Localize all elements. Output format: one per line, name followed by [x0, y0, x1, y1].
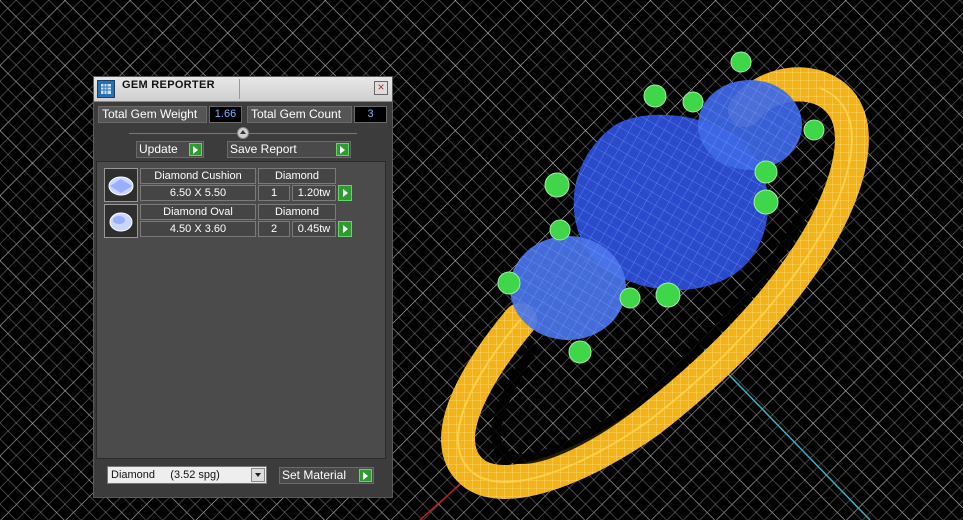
- gem-select-arrow-icon[interactable]: [338, 221, 352, 237]
- gem-size: 4.50 X 3.60: [140, 221, 256, 237]
- gem-row[interactable]: Diamond Cushion Diamond 6.50 X 5.50 1 1.…: [104, 168, 362, 204]
- gem-side-oval-left[interactable]: [510, 236, 626, 340]
- play-arrow-icon: [189, 143, 202, 156]
- gem-weight: 0.45tw: [292, 221, 336, 237]
- gem-reporter-panel: GEM REPORTER × Total Gem Weight 1.66 Tot…: [93, 76, 393, 498]
- gem-name: Diamond Oval: [140, 204, 256, 220]
- gem-row[interactable]: Diamond Oval Diamond 4.50 X 3.60 2 0.45t…: [104, 204, 362, 240]
- gem-material: Diamond: [258, 204, 336, 220]
- gem-count: 1: [258, 185, 290, 201]
- gem-select-arrow-icon[interactable]: [338, 185, 352, 201]
- title-divider: [239, 79, 240, 99]
- chevron-down-icon[interactable]: [251, 468, 265, 482]
- collapse-toggle[interactable]: [237, 127, 249, 139]
- gem-name: Diamond Cushion: [140, 168, 256, 184]
- gem-side-oval-right[interactable]: [698, 80, 802, 170]
- gem-material: Diamond: [258, 168, 336, 184]
- save-report-button[interactable]: Save Report: [227, 141, 351, 158]
- panel-title: GEM REPORTER: [122, 79, 215, 91]
- set-material-label: Set Material: [282, 468, 347, 482]
- gem-thumbnail-icon: [104, 204, 138, 238]
- gem-size: 6.50 X 5.50: [140, 185, 256, 201]
- set-material-button[interactable]: Set Material: [279, 467, 374, 484]
- play-arrow-icon: [359, 469, 372, 482]
- close-icon[interactable]: ×: [374, 81, 388, 95]
- update-label: Update: [139, 142, 178, 156]
- gem-reporter-icon: [97, 80, 115, 98]
- total-gem-weight-label: Total Gem Weight: [98, 106, 207, 123]
- gem-weight: 1.20tw: [292, 185, 336, 201]
- material-selected-value: Diamond (3.52 spg): [111, 469, 220, 481]
- panel-titlebar[interactable]: GEM REPORTER ×: [94, 77, 392, 102]
- save-report-label: Save Report: [230, 142, 297, 156]
- gem-list: Diamond Cushion Diamond 6.50 X 5.50 1 1.…: [96, 161, 386, 459]
- play-arrow-icon: [336, 143, 349, 156]
- total-gem-weight-value: 1.66: [209, 106, 242, 123]
- update-button[interactable]: Update: [136, 141, 204, 158]
- gem-thumbnail-icon: [104, 168, 138, 202]
- total-gem-count-value: 3: [354, 106, 387, 123]
- material-dropdown[interactable]: Diamond (3.52 spg): [107, 466, 267, 484]
- gem-count: 2: [258, 221, 290, 237]
- total-gem-count-label: Total Gem Count: [247, 106, 352, 123]
